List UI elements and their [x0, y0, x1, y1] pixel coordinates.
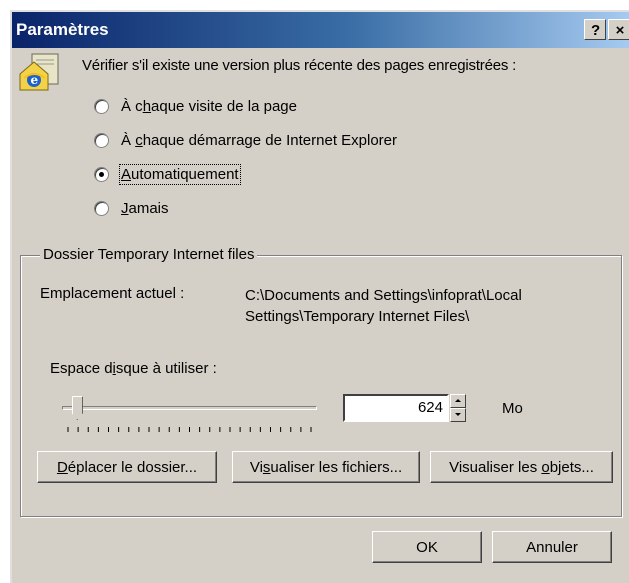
label-part: ualiser les fichiers... — [270, 458, 403, 476]
access-key: o — [541, 458, 550, 476]
disk-space-spinner[interactable] — [450, 394, 466, 422]
disk-space-slider-track[interactable] — [62, 406, 317, 410]
label-part: haque démarrage de Internet Explorer — [142, 132, 398, 149]
radio-never[interactable]: Jamais — [94, 200, 169, 217]
access-key: J — [121, 200, 129, 217]
radio-label-automatic: Automatiquement — [119, 164, 241, 185]
radio-button-each-startup[interactable] — [94, 133, 109, 148]
spin-up-arrow-icon[interactable] — [450, 394, 466, 408]
view-files-button[interactable]: Visualiser les fichiers... — [232, 451, 420, 483]
slider-ticks — [67, 427, 312, 432]
location-path-line-1: C:\Documents and Settings\infoprat\Local — [245, 287, 522, 304]
current-location-label: Emplacement actuel : — [40, 285, 185, 302]
title-bar[interactable]: Paramètres ? × — [12, 12, 629, 48]
radio-each-visit[interactable]: À chaque visite de la page — [94, 98, 297, 115]
temp-files-group-title: Dossier Temporary Internet files — [40, 246, 258, 263]
access-key: D — [56, 458, 68, 476]
access-key: h — [142, 98, 152, 115]
access-key: c — [135, 132, 143, 149]
label-part: Espace d — [50, 360, 113, 377]
check-version-header: Vérifier s'il existe une version plus ré… — [82, 57, 517, 74]
internet-explorer-icon: e — [19, 53, 59, 91]
access-key: A — [121, 166, 132, 183]
label-part: À — [121, 132, 136, 149]
label-part: utomatiquement — [131, 166, 239, 183]
view-objects-button[interactable]: Visualiser les objets... — [430, 451, 613, 483]
label-part: bjets... — [549, 458, 594, 476]
dialog-title: Paramètres — [16, 20, 109, 39]
radio-label-never: Jamais — [121, 200, 169, 217]
radio-label-each-visit: À chaque visite de la page — [121, 98, 297, 115]
label-part: aque visite de la page — [151, 98, 297, 115]
label-part: amais — [128, 200, 169, 217]
radio-button-never[interactable] — [94, 201, 109, 216]
label-part: Visualiser les — [449, 458, 542, 476]
label-part: Vi — [249, 458, 263, 476]
label-part: éplacer le dossier... — [67, 458, 198, 476]
cancel-button[interactable]: Annuler — [492, 531, 612, 563]
label-part: sque à utiliser : — [115, 360, 217, 377]
radio-button-automatic[interactable] — [94, 167, 109, 182]
radio-label-each-startup: À chaque démarrage de Internet Explorer — [121, 132, 397, 149]
disk-space-input[interactable]: 624 — [343, 394, 449, 422]
radio-button-each-visit[interactable] — [94, 99, 109, 114]
close-button[interactable]: × — [608, 19, 629, 40]
current-location-path: C:\Documents and Settings\infoprat\Local… — [245, 285, 617, 327]
help-button[interactable]: ? — [584, 19, 606, 40]
label-part: À c — [121, 98, 143, 115]
ok-button[interactable]: OK — [372, 531, 482, 563]
disk-space-unit: Mo — [502, 400, 523, 417]
location-path-line-2: Settings\Temporary Internet Files\ — [245, 308, 470, 325]
radio-automatic[interactable]: Automatiquement — [94, 164, 241, 185]
radio-each-startup[interactable]: À chaque démarrage de Internet Explorer — [94, 132, 397, 149]
move-folder-button[interactable]: Déplacer le dossier... — [37, 451, 217, 483]
spin-down-arrow-icon[interactable] — [450, 408, 466, 422]
disk-space-label: Espace disque à utiliser : — [50, 360, 217, 377]
